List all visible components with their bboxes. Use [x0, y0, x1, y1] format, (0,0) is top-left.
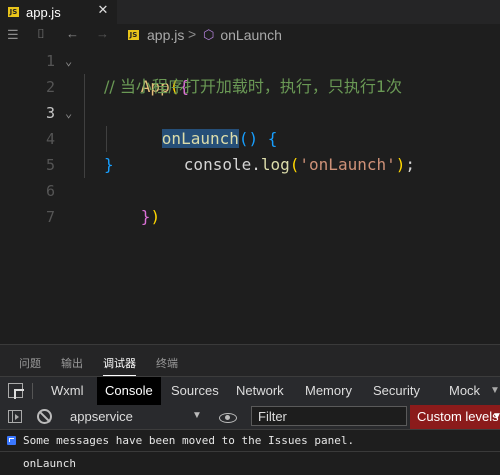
console-toolbar: appservice ▼ Custom levels ▼	[0, 405, 500, 430]
code-comment: // 当小程序打开加载时，执行，只执行1次	[104, 77, 403, 96]
context-label: appservice	[70, 409, 133, 424]
eye-icon[interactable]	[219, 413, 237, 423]
code-editor[interactable]: 1 ⌄ App({ 2 // 当小程序打开加载时，执行，只执行1次 3 ⌄ on…	[0, 48, 500, 344]
editor-tab-bar: JS app.js ✕	[0, 0, 500, 24]
chevron-down-icon: ▼	[492, 411, 500, 422]
breadcrumb-symbol[interactable]: ⬡ onLaunch	[203, 27, 282, 43]
list-icon[interactable]: ☰	[7, 27, 19, 43]
line-number: 6	[45, 182, 55, 200]
method-cube-icon: ⬡	[203, 27, 215, 42]
back-arrow-icon[interactable]: ←	[66, 26, 79, 41]
tab-problems[interactable]: 问题	[19, 355, 41, 371]
fold-chevron-icon[interactable]: ⌄	[65, 100, 72, 126]
chevron-down-icon: ▼	[192, 410, 202, 421]
code-line-6: 6 })	[0, 178, 500, 226]
context-selector[interactable]: appservice ▼	[62, 405, 208, 429]
bookmark-icon[interactable]: ⌷	[37, 26, 45, 42]
js-file-icon: JS	[128, 30, 139, 40]
tab-console[interactable]: Console	[97, 377, 161, 405]
code-line-5: 5 }	[0, 152, 500, 178]
console-message: Some messages have been moved to the Iss…	[0, 430, 500, 452]
breadcrumb-file-label: app.js	[147, 27, 185, 43]
sidebar-toggle-icon[interactable]	[8, 410, 22, 423]
line-number: 7	[45, 208, 55, 226]
line-number: 3	[45, 104, 55, 122]
tab-mock[interactable]: Mock	[449, 377, 500, 405]
code-line-2: 2 // 当小程序打开加载时，执行，只执行1次	[0, 74, 500, 100]
code-line-4: 4 console.log('onLaunch');	[0, 126, 500, 174]
custom-levels-dropdown[interactable]: Custom levels ▼	[410, 405, 500, 429]
panel-tab-bar: 问题 输出 调试器 终端	[0, 344, 500, 377]
tab-output[interactable]: 输出	[61, 355, 83, 371]
levels-label: Custom levels	[417, 409, 499, 424]
tab-app-js[interactable]: JS app.js ✕	[0, 0, 117, 24]
filter-input[interactable]	[251, 406, 407, 426]
tab-terminal[interactable]: 终端	[156, 355, 178, 371]
breadcrumb-file[interactable]: JS app.js	[128, 27, 184, 43]
tab-label: app.js	[26, 4, 61, 20]
clear-console-icon[interactable]	[37, 409, 52, 424]
tab-security[interactable]: Security	[373, 377, 420, 405]
js-file-icon: JS	[8, 7, 19, 17]
tab-network[interactable]: Network	[236, 377, 284, 405]
inspect-element-icon[interactable]	[8, 383, 23, 398]
divider	[32, 383, 33, 399]
code-line-3: 3 ⌄ onLaunch() {	[0, 100, 500, 148]
code-line-7: 7	[0, 204, 500, 230]
code-token: }	[104, 155, 114, 174]
tab-debugger[interactable]: 调试器	[103, 355, 136, 377]
fold-chevron-icon[interactable]: ⌄	[65, 48, 72, 74]
breadcrumb: ☰ ⌷ ← → JS app.js > ⬡ onLaunch	[0, 25, 500, 47]
forward-arrow-icon[interactable]: →	[96, 26, 109, 41]
console-message-text: Some messages have been moved to the Iss…	[23, 434, 355, 447]
tab-wxml[interactable]: Wxml	[51, 377, 84, 405]
tab-memory[interactable]: Memory	[305, 377, 352, 405]
info-icon	[7, 436, 16, 445]
breadcrumb-symbol-label: onLaunch	[220, 27, 282, 43]
devtools-tab-bar: Wxml Console Sources Network Memory Secu…	[0, 376, 500, 406]
console-message-text: onLaunch	[23, 457, 76, 470]
close-icon[interactable]: ✕	[95, 3, 111, 19]
line-number: 4	[45, 130, 55, 148]
tab-sources[interactable]: Sources	[171, 377, 219, 405]
line-number: 1	[45, 52, 55, 70]
code-line-1: 1 ⌄ App({	[0, 48, 500, 96]
line-number: 2	[45, 78, 55, 96]
console-message: onLaunch	[0, 452, 500, 475]
breadcrumb-separator: >	[188, 26, 197, 42]
line-number: 5	[45, 156, 55, 174]
